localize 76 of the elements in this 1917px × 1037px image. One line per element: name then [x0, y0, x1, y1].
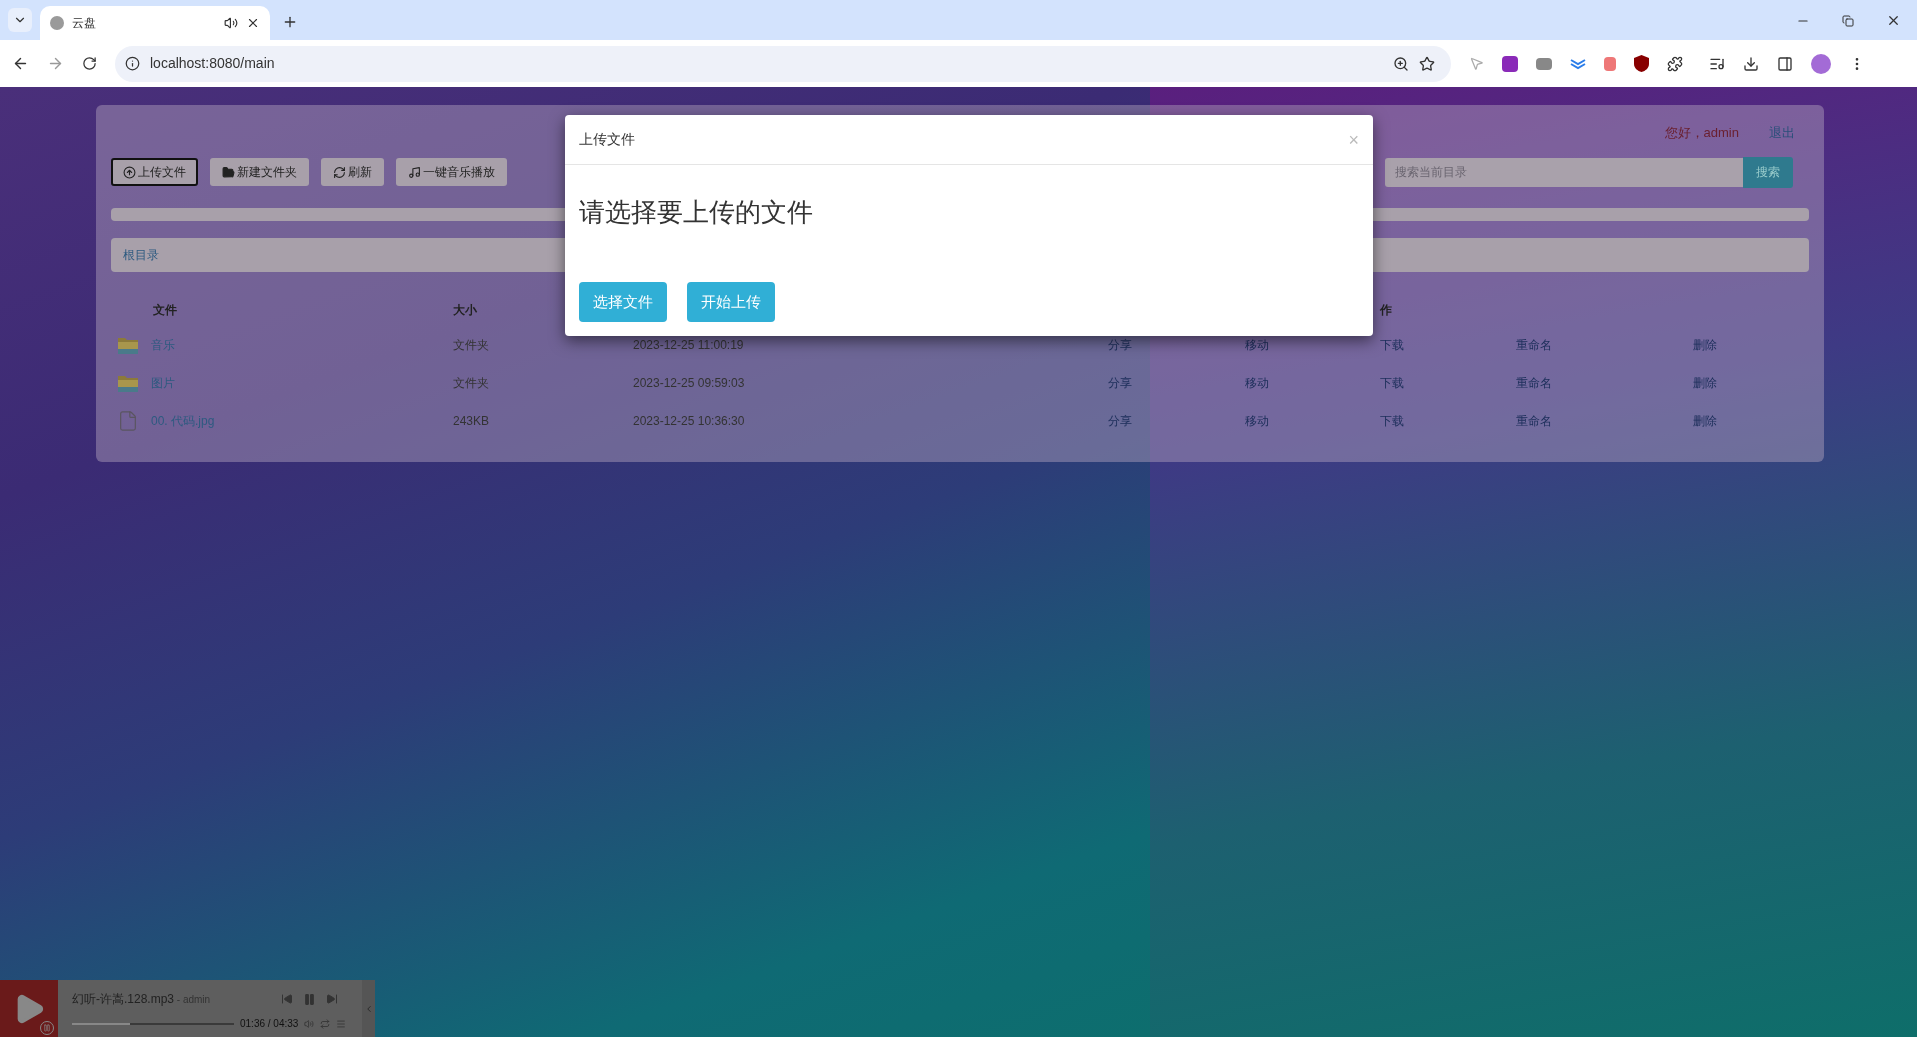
- action-link[interactable]: 删除: [1693, 411, 1717, 430]
- table-cell-text: 文件夹: [453, 336, 490, 354]
- tab-list-button[interactable]: [8, 8, 32, 32]
- forward-icon[interactable]: [47, 55, 64, 72]
- table-cell-text: 2023-12-25 10:36:30: [633, 412, 746, 430]
- file-name-link[interactable]: 00. 代码.jpg: [151, 411, 215, 430]
- refresh-icon: [333, 165, 346, 179]
- breadcrumb-link[interactable]: 根目录: [123, 245, 159, 264]
- extension-icon[interactable]: [1536, 57, 1552, 70]
- cursor-extension-icon[interactable]: [1469, 56, 1484, 71]
- toolbar-button[interactable]: 一键音乐播放: [396, 158, 507, 186]
- zoom-icon[interactable]: [1393, 55, 1409, 72]
- action-link[interactable]: 重命名: [1516, 411, 1552, 430]
- column-header: 作: [1380, 301, 1392, 319]
- speaker-icon[interactable]: [224, 16, 238, 30]
- dialog-heading: 请选择要上传的文件: [579, 196, 814, 229]
- url-text: localhost:8080/main: [150, 54, 276, 73]
- search-field[interactable]: 搜索当前目录: [1385, 157, 1743, 187]
- close-button[interactable]: ×: [1348, 130, 1359, 149]
- toolbar-button[interactable]: 新建文件夹: [210, 158, 309, 186]
- file-icon: [117, 409, 139, 432]
- close-icon[interactable]: [246, 16, 260, 30]
- file-name-link[interactable]: 音乐: [151, 335, 175, 354]
- action-link[interactable]: 下载: [1380, 373, 1404, 392]
- extension-icon[interactable]: [1502, 55, 1518, 72]
- upload-icon: [123, 165, 136, 179]
- profile-avatar[interactable]: [1811, 53, 1831, 74]
- action-link[interactable]: 下载: [1380, 411, 1404, 430]
- extension-icon[interactable]: [1604, 56, 1616, 71]
- action-link[interactable]: 分享: [1108, 335, 1132, 354]
- table-cell-text: 2023-12-25 11:00:19: [633, 336, 745, 354]
- tab-title: 云盘: [72, 15, 97, 32]
- user-greeting: 您好，admin: [1664, 124, 1739, 142]
- action-link[interactable]: 移动: [1245, 335, 1269, 354]
- column-header: 大小: [453, 301, 477, 319]
- action-link[interactable]: 重命名: [1516, 335, 1552, 354]
- action-link[interactable]: 重命名: [1516, 373, 1552, 392]
- progress-track[interactable]: [72, 1022, 234, 1025]
- column-header: 文件: [153, 301, 177, 319]
- dialog-button[interactable]: 开始上传: [687, 282, 775, 322]
- file-name-link[interactable]: 图片: [151, 373, 175, 392]
- action-link[interactable]: 删除: [1693, 373, 1717, 392]
- toolbar-button[interactable]: 刷新: [321, 158, 384, 186]
- time-text: 01:36 / 04:33: [240, 1017, 299, 1031]
- table-cell-text: 2023-12-25 09:59:03: [633, 374, 746, 392]
- action-link[interactable]: 删除: [1693, 335, 1717, 354]
- layers-extension-icon[interactable]: [1570, 56, 1586, 71]
- table-cell-text: 243KB: [453, 412, 491, 430]
- reload-icon[interactable]: [82, 56, 97, 71]
- table-cell-text: 文件夹: [453, 374, 490, 392]
- download-icon[interactable]: [1743, 55, 1759, 72]
- play-button[interactable]: [0, 980, 58, 1037]
- music-icon: [408, 165, 421, 179]
- search-button[interactable]: 搜索: [1743, 156, 1793, 188]
- action-link[interactable]: 分享: [1108, 411, 1132, 430]
- dialog-button[interactable]: 选择文件: [579, 282, 667, 322]
- action-link[interactable]: 分享: [1108, 373, 1132, 392]
- back-icon[interactable]: [12, 55, 29, 72]
- logout-link[interactable]: 退出: [1769, 123, 1795, 143]
- action-link[interactable]: 下载: [1380, 335, 1404, 354]
- address-bar[interactable]: localhost:8080/main: [115, 45, 1451, 82]
- extensions-icon[interactable]: [1667, 55, 1683, 72]
- shield-extension-icon[interactable]: [1634, 55, 1649, 72]
- site-info-icon: [125, 56, 140, 71]
- favicon-icon: [50, 16, 64, 30]
- side-panel-icon[interactable]: [1777, 55, 1793, 72]
- toolbar-button[interactable]: 上传文件: [111, 158, 198, 186]
- new-tab-icon[interactable]: [282, 14, 298, 30]
- bookmark-icon[interactable]: [1419, 55, 1435, 72]
- browser-tab[interactable]: 云盘: [40, 6, 270, 40]
- folder-icon: [222, 165, 235, 179]
- restore-icon[interactable]: [1842, 14, 1854, 27]
- dialog-title: 上传文件: [579, 130, 635, 149]
- action-link[interactable]: 移动: [1245, 411, 1269, 430]
- action-link[interactable]: 移动: [1245, 373, 1269, 392]
- close-window-icon[interactable]: [1886, 13, 1901, 28]
